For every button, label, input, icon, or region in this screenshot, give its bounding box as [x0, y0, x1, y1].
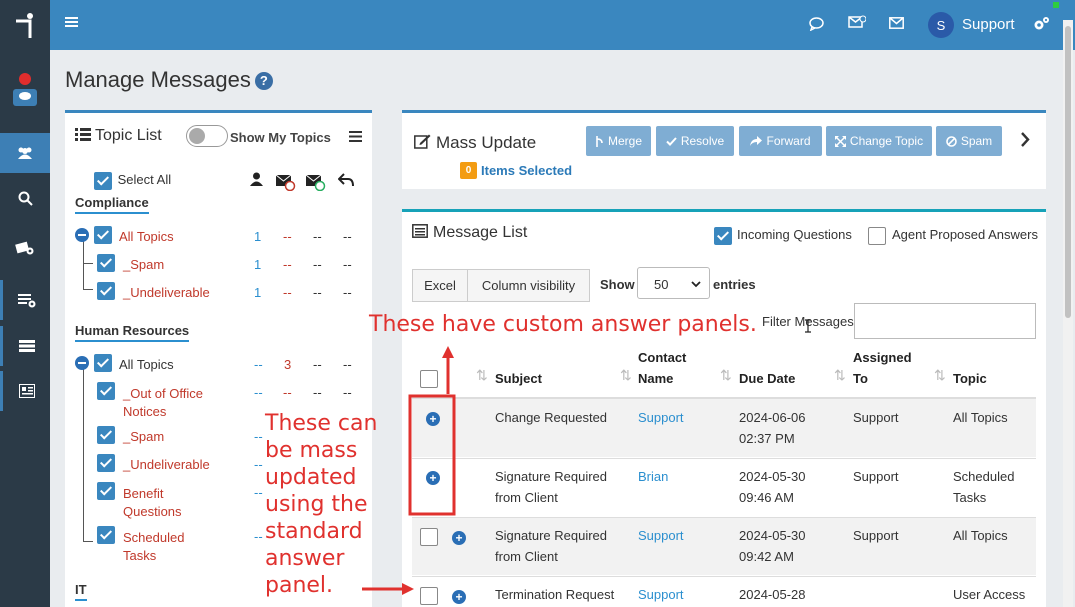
annotation-arrows: [362, 346, 456, 595]
text-cursor-icon: [805, 319, 811, 333]
